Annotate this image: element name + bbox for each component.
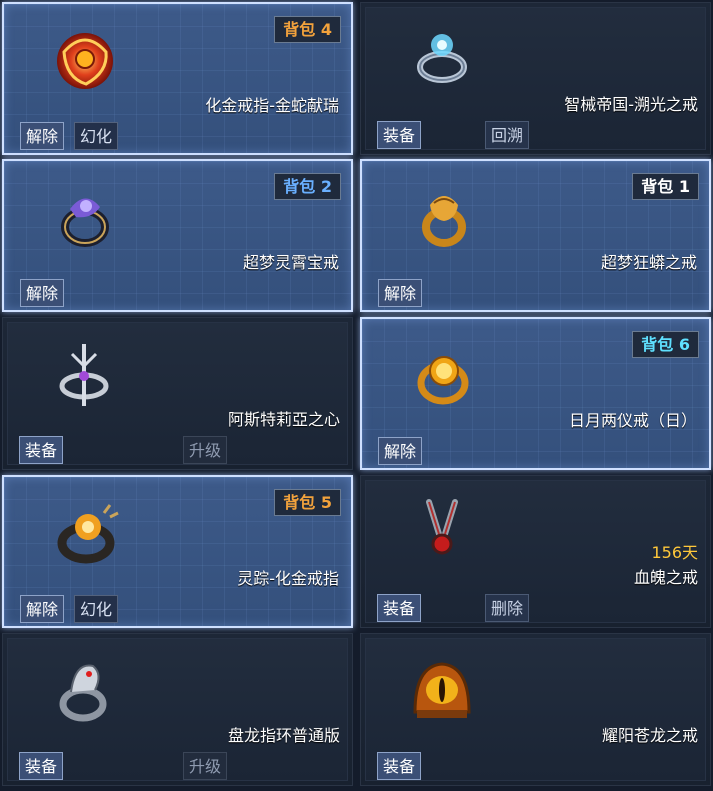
purple-gem-ring-icon	[61, 198, 109, 247]
rewind-button[interactable]: 回溯	[485, 121, 530, 149]
light-tracing-ring-icon	[417, 34, 467, 83]
upgrade-button[interactable]: 升级	[183, 436, 228, 464]
equip-button[interactable]: 装备	[377, 594, 422, 622]
blood-ring-icon	[426, 499, 458, 555]
transmog-button[interactable]: 幻化	[74, 595, 119, 623]
orb-ring-icon	[57, 504, 119, 564]
ring-card-10[interactable]: 耀阳苍龙之戒 装备	[360, 633, 711, 786]
upgrade-button[interactable]: 升级	[183, 752, 228, 780]
ring-card-9[interactable]: 盘龙指环普通版 装备 升级	[2, 633, 353, 786]
backpack-badge: 背包 2	[274, 173, 341, 200]
unequip-button[interactable]: 解除	[20, 122, 65, 150]
ring-card-5[interactable]: 阿斯特莉亞之心 装备 升级	[2, 317, 353, 470]
ring-card-7[interactable]: 背包 5 灵踪-化金戒指 解除 幻化	[2, 475, 353, 628]
ring-name: 阿斯特莉亞之心	[227, 410, 340, 429]
backpack-badge: 背包 6	[632, 331, 699, 358]
ring-name: 日月两仪戒（日）	[568, 411, 697, 430]
equip-button[interactable]: 装备	[377, 121, 422, 149]
coiled-dragon-ring-icon	[59, 664, 107, 722]
golden-python-ring-icon	[422, 196, 466, 247]
delete-button[interactable]: 删除	[485, 594, 530, 622]
unequip-button[interactable]: 解除	[378, 279, 423, 307]
unequip-button[interactable]: 解除	[378, 437, 423, 465]
equip-button[interactable]: 装备	[19, 436, 64, 464]
backpack-badge: 背包 4	[274, 16, 341, 43]
ring-card-3[interactable]: 背包 2 超梦灵霄宝戒 解除	[2, 159, 353, 312]
ring-card-8[interactable]: 156天 血魄之戒 装备 删除	[360, 475, 711, 628]
equip-button[interactable]: 装备	[377, 752, 422, 780]
ring-name: 血魄之戒	[633, 568, 698, 587]
ring-card-4[interactable]: 背包 1 超梦狂蟒之戒 解除	[360, 159, 711, 312]
ring-name: 盘龙指环普通版	[227, 726, 340, 745]
ring-name: 智械帝国-溯光之戒	[564, 95, 698, 114]
ring-card-6[interactable]: 背包 6 日月两仪戒（日） 解除	[360, 317, 711, 470]
backpack-badge: 背包 1	[632, 173, 699, 200]
ring-card-1[interactable]: 背包 4 化金戒指-金蛇献瑞 解除 幻化	[2, 2, 353, 155]
gold-snake-ring-icon	[57, 33, 113, 89]
ring-card-2[interactable]: 智械帝国-溯光之戒 装备 回溯	[360, 2, 711, 155]
ring-name: 耀阳苍龙之戒	[601, 726, 698, 745]
trident-ring-icon	[59, 344, 109, 406]
ring-name: 超梦灵霄宝戒	[242, 253, 339, 272]
ring-name: 化金戒指-金蛇献瑞	[205, 96, 339, 115]
sun-gem-ring-icon	[417, 356, 469, 405]
duration-label: 156天	[651, 543, 698, 562]
dragon-eye-ring-icon	[413, 662, 471, 718]
unequip-button[interactable]: 解除	[20, 595, 65, 623]
ring-name: 超梦狂蟒之戒	[600, 253, 697, 272]
equip-button[interactable]: 装备	[19, 752, 64, 780]
unequip-button[interactable]: 解除	[20, 279, 65, 307]
backpack-badge: 背包 5	[274, 489, 341, 516]
transmog-button[interactable]: 幻化	[74, 122, 119, 150]
ring-name: 灵踪-化金戒指	[237, 569, 339, 588]
